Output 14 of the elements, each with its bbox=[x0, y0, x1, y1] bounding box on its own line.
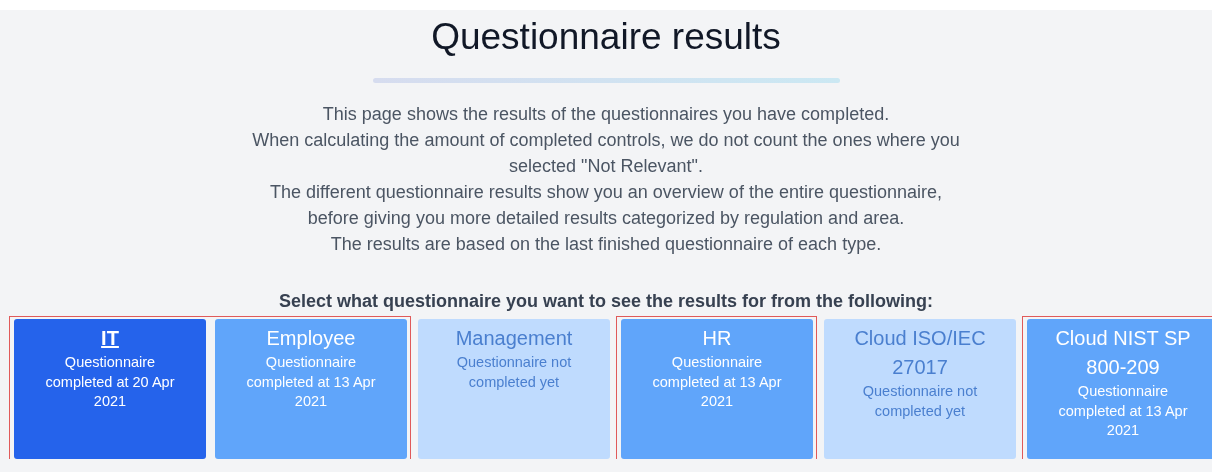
intro-text: selected "Not Relevant". bbox=[509, 155, 703, 178]
intro-text: This page shows the results of the questionnaires you have completed. bbox=[322, 103, 890, 126]
questionnaire-card[interactable]: Management Questionnaire not completed yet bbox=[418, 319, 610, 459]
intro-text: before giving you more detailed results categorized by regulation and area. bbox=[307, 207, 905, 230]
select-prompt: Select what questionnaire you want to see the results for from the following: bbox=[278, 291, 934, 312]
intro-text: The results are based on the last finished questionnaire of each type. bbox=[330, 233, 882, 256]
questionnaire-card[interactable]: HR Questionnaire completed at 13 Apr 2021 bbox=[621, 319, 813, 459]
questionnaire-card[interactable]: IT Questionnaire completed at 20 Apr 2021 bbox=[14, 319, 206, 459]
intro-text: The different questionnaire results show you an overview of the entire questionnaire, bbox=[269, 181, 943, 204]
intro-text: When calculating the amount of completed controls, we do not count the ones where you bbox=[252, 129, 960, 152]
questionnaire-card[interactable]: Cloud NIST SP 800-209 Questionnaire completed at 13 Apr 2021 bbox=[1027, 319, 1212, 459]
questionnaire-card[interactable]: Employee Questionnaire completed at 13 Apr 2021 bbox=[215, 319, 407, 459]
questionnaire-card[interactable]: Cloud ISO/IEC 27017 Questionnaire not completed yet bbox=[824, 319, 1016, 459]
page-title: Questionnaire results bbox=[431, 16, 781, 58]
